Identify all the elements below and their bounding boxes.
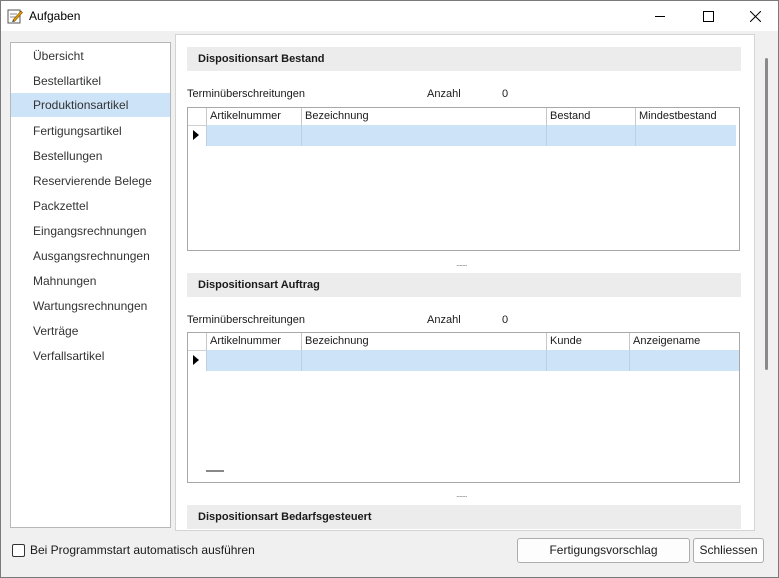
table-cell[interactable]: [206, 125, 301, 146]
column-header-artikelnummer[interactable]: Artikelnummer: [206, 333, 301, 350]
column-header-bezeichnung[interactable]: Bezeichnung: [301, 108, 546, 125]
table-cell[interactable]: [301, 350, 546, 371]
table-cell[interactable]: [629, 350, 739, 371]
nav-item-reservierende-belege[interactable]: Reservierende Belege: [11, 169, 170, 193]
count-value-bestand: 0: [502, 88, 509, 100]
column-header-mindestbestand[interactable]: Mindestbestand: [635, 108, 736, 125]
current-row-icon: [193, 130, 199, 140]
nav-item-bestellungen[interactable]: Bestellungen: [11, 144, 170, 168]
content-vertical-scrollbar[interactable]: [761, 34, 778, 529]
column-header-artikelnummer[interactable]: Artikelnummer: [206, 108, 301, 125]
close-button[interactable]: [732, 1, 778, 31]
scrollbar-thumb[interactable]: [765, 58, 768, 370]
nav-item-verfallsartikel[interactable]: Verfallsartikel: [11, 344, 170, 368]
section-header-bedarfsgesteuert: Dispositionsart Bedarfsgesteuert: [187, 505, 741, 529]
grid-header: Artikelnummer Bezeichnung Bestand Mindes…: [188, 108, 736, 126]
section-header-auftrag: Dispositionsart Auftrag: [187, 273, 741, 297]
content-panel: Dispositionsart Bestand Terminüberschrei…: [175, 34, 755, 531]
splitter-handle[interactable]: .......: [456, 259, 467, 268]
count-label-bestand: Anzahl: [427, 88, 461, 100]
column-header-bezeichnung[interactable]: Bezeichnung: [301, 333, 546, 350]
overdue-label-auftrag: Terminüberschreitungen: [187, 314, 306, 326]
fertigungsvorschlag-button[interactable]: Fertigungsvorschlag: [517, 538, 690, 563]
splitter-handle[interactable]: .......: [456, 490, 467, 499]
schliessen-button[interactable]: Schliessen: [693, 538, 764, 563]
table-row[interactable]: [188, 125, 736, 146]
autostart-label: Bei Programmstart automatisch ausführen: [30, 543, 255, 557]
table-cell[interactable]: [301, 125, 546, 146]
minimize-icon: [655, 15, 665, 17]
title-bar: Aufgaben: [1, 1, 778, 31]
window-title: Aufgaben: [29, 9, 81, 23]
count-label-auftrag: Anzahl: [427, 314, 461, 326]
nav-item-produktionsartikel[interactable]: Produktionsartikel: [11, 93, 170, 117]
app-icon: [7, 9, 23, 24]
nav-item-wartungsrechnungen[interactable]: Wartungsrechnungen: [11, 294, 170, 318]
nav-item-ausgangsrechnungen[interactable]: Ausgangsrechnungen: [11, 244, 170, 268]
task-navigation-list: Übersicht Bestellartikel Produktionsarti…: [10, 42, 171, 528]
maximize-icon: [702, 10, 714, 22]
grid-bestand[interactable]: Artikelnummer Bezeichnung Bestand Mindes…: [187, 107, 740, 251]
minimize-button[interactable]: [637, 1, 683, 31]
nav-item-bestellartikel[interactable]: Bestellartikel: [11, 69, 170, 93]
table-cell[interactable]: [546, 125, 635, 146]
maximize-button[interactable]: [685, 1, 731, 31]
nav-item-mahnungen[interactable]: Mahnungen: [11, 269, 170, 293]
nav-item-eingangsrechnungen[interactable]: Eingangsrechnungen: [11, 219, 170, 243]
current-row-icon: [193, 355, 199, 365]
autostart-checkbox[interactable]: [12, 543, 25, 557]
table-cell[interactable]: [206, 350, 301, 371]
nav-item-packzettel[interactable]: Packzettel: [11, 194, 170, 218]
horizontal-scrollbar[interactable]: [206, 470, 224, 472]
nav-item-fertigungsartikel[interactable]: Fertigungsartikel: [11, 119, 170, 143]
column-header-bestand[interactable]: Bestand: [546, 108, 635, 125]
table-cell[interactable]: [635, 125, 736, 146]
column-header-kunde[interactable]: Kunde: [546, 333, 629, 350]
autostart-checkbox-row[interactable]: Bei Programmstart automatisch ausführen: [12, 543, 255, 557]
count-value-auftrag: 0: [502, 314, 509, 326]
aufgaben-window: Aufgaben Übersicht Bestellartikel Produk…: [0, 0, 779, 578]
close-icon: [749, 10, 761, 22]
grid-header: Artikelnummer Bezeichnung Kunde Anzeigen…: [188, 333, 736, 351]
grid-auftrag[interactable]: Artikelnummer Bezeichnung Kunde Anzeigen…: [187, 332, 740, 483]
table-cell[interactable]: [546, 350, 629, 371]
table-row[interactable]: [188, 350, 739, 371]
section-header-bestand: Dispositionsart Bestand: [187, 47, 741, 71]
overdue-label-bestand: Terminüberschreitungen: [187, 88, 306, 100]
nav-item-uebersicht[interactable]: Übersicht: [11, 44, 170, 68]
nav-item-vertraege[interactable]: Verträge: [11, 319, 170, 343]
column-header-anzeigename[interactable]: Anzeigename: [629, 333, 740, 350]
